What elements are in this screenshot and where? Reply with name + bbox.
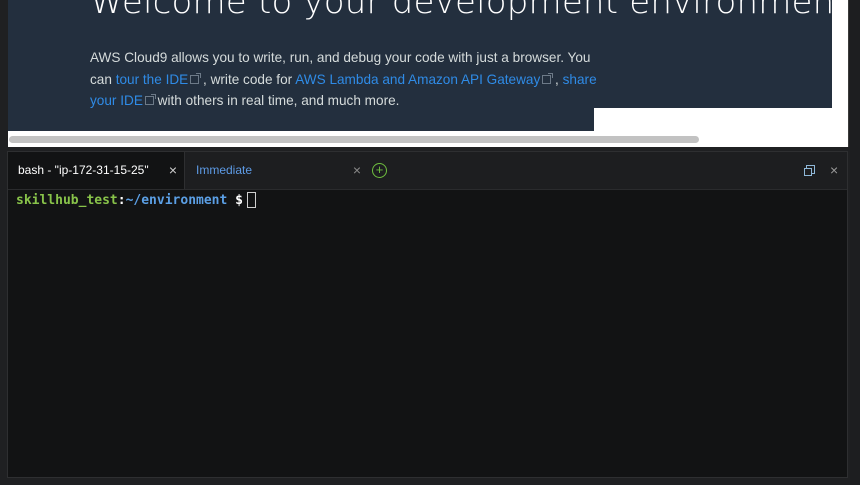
external-link-icon xyxy=(190,72,202,84)
prompt-line: skillhub_test:~/environment $ xyxy=(16,192,256,209)
terminal-tabbar: bash - "ip-172-31-15-25" × Immediate × +… xyxy=(8,152,847,190)
close-icon[interactable]: × xyxy=(830,152,838,189)
intro-text-2: , write code for xyxy=(199,71,296,87)
cloud9-ide: Welcome to your development environment … xyxy=(0,0,860,485)
terminal-cursor xyxy=(246,192,256,208)
plus-circle-icon[interactable]: + xyxy=(372,163,387,178)
prompt-user: skillhub_test xyxy=(16,193,118,208)
welcome-intro: AWS Cloud9 allows you to write, run, and… xyxy=(90,47,610,112)
intro-text-4: with others in real time, and much more. xyxy=(153,93,400,108)
close-icon[interactable]: × xyxy=(169,152,177,189)
prompt-dollar: $ xyxy=(227,193,243,208)
right-edge xyxy=(850,0,860,485)
terminal-output[interactable]: skillhub_test:~/environment $ xyxy=(8,190,847,477)
tab-bash-terminal[interactable]: bash - "ip-172-31-15-25" × xyxy=(8,152,185,189)
horizontal-scrollbar[interactable] xyxy=(8,132,848,147)
restore-window-icon[interactable] xyxy=(804,165,815,176)
tab-immediate[interactable]: Immediate × xyxy=(186,152,361,189)
external-link-icon xyxy=(542,72,554,84)
editor-pane: Welcome to your development environment … xyxy=(8,0,849,147)
welcome-panel-corner xyxy=(594,108,834,132)
terminal-panel: bash - "ip-172-31-15-25" × Immediate × +… xyxy=(7,151,848,478)
welcome-title: Welcome to your development environment xyxy=(90,0,848,22)
lambda-api-gateway-link[interactable]: AWS Lambda and Amazon API Gateway xyxy=(295,71,554,87)
tab-label: bash - "ip-172-31-15-25" xyxy=(18,163,149,177)
lambda-link-label: AWS Lambda and Amazon API Gateway xyxy=(295,71,541,87)
prompt-path: ~/environment xyxy=(125,193,228,208)
close-icon[interactable]: × xyxy=(353,152,361,189)
restore-window-icon-front xyxy=(804,168,812,176)
tour-ide-link-label: tour the IDE xyxy=(115,71,189,87)
horizontal-scrollbar-thumb[interactable] xyxy=(9,136,699,143)
prompt-colon: : xyxy=(117,193,126,208)
tab-label: Immediate xyxy=(196,163,253,177)
tour-ide-link[interactable]: tour the IDE xyxy=(115,71,202,87)
external-link-icon xyxy=(144,94,156,105)
